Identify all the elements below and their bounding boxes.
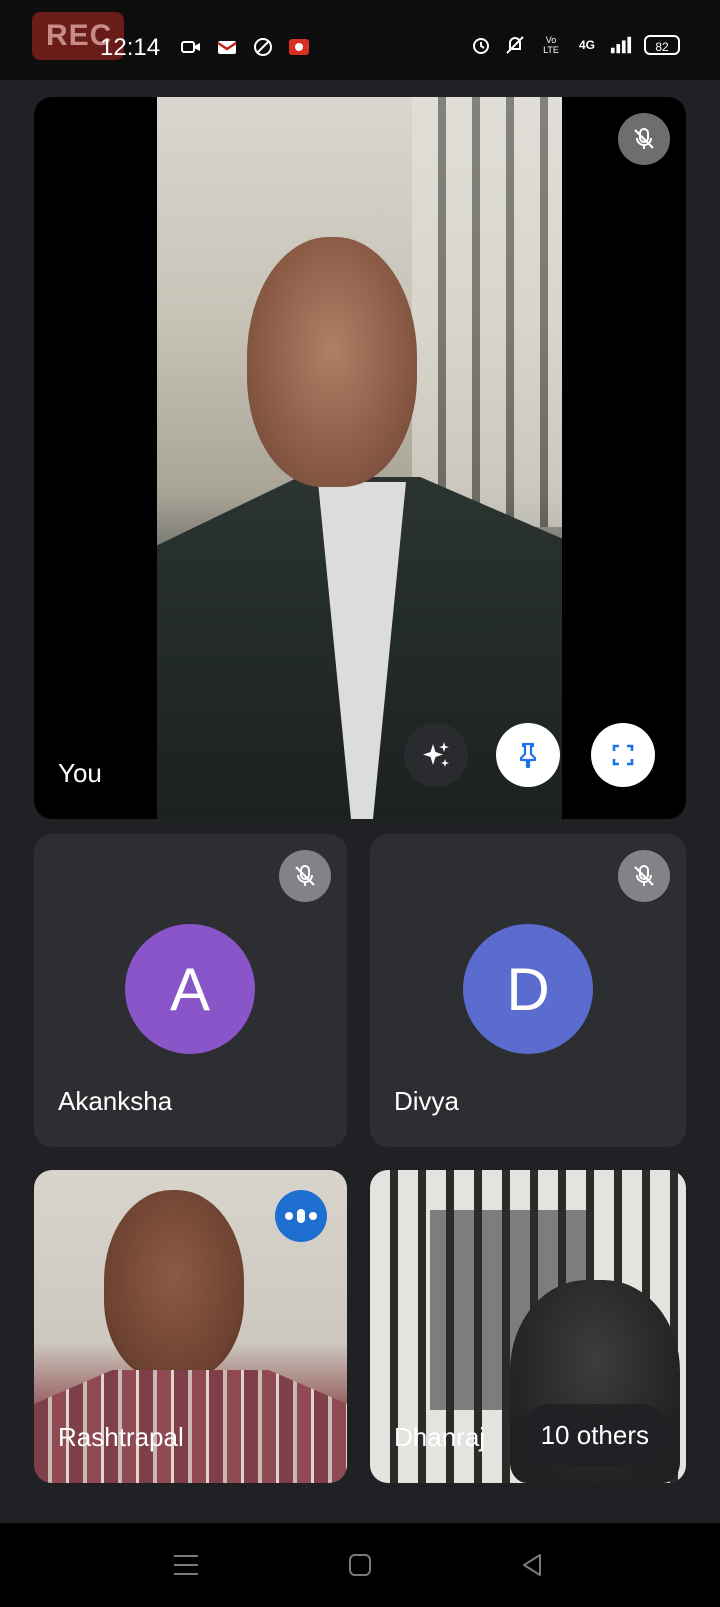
pin-button[interactable]	[496, 723, 560, 787]
self-video-tile[interactable]: You	[34, 97, 686, 819]
home-button[interactable]	[340, 1545, 380, 1585]
participant-tile-akanksha[interactable]: A Akanksha	[34, 834, 347, 1147]
participant-name: Dhanraj	[394, 1422, 486, 1452]
avatar: A	[125, 924, 255, 1054]
system-icons: Vo LTE 4G 82	[470, 34, 680, 56]
participant-name: Divya	[394, 1086, 460, 1116]
navigation-bar	[0, 1523, 720, 1607]
mute-vibrate-icon	[504, 34, 526, 56]
self-name-label: You	[58, 758, 102, 788]
participant-name: Akanksha	[58, 1086, 173, 1116]
back-icon	[523, 1554, 541, 1576]
pin-icon	[519, 742, 537, 769]
back-button[interactable]	[512, 1545, 552, 1585]
window-bars	[412, 97, 562, 527]
alarm-icon	[470, 34, 492, 56]
face	[247, 237, 417, 487]
participant-tile-rashtrapal[interactable]: Rashtrapal	[34, 1170, 347, 1483]
mic-muted-icon	[618, 113, 670, 165]
mic-muted-icon	[618, 850, 670, 902]
fullscreen-icon	[612, 744, 634, 766]
participant-name: Rashtrapal	[58, 1422, 184, 1452]
participant-tile-dhanraj[interactable]: Dhanraj 10 others	[370, 1170, 686, 1483]
effects-button[interactable]	[404, 723, 468, 787]
video-camera-icon	[180, 36, 202, 58]
notification-icons	[180, 36, 310, 58]
network-4g-icon: 4G	[578, 38, 595, 52]
others-count-button[interactable]: 10 others	[518, 1404, 671, 1466]
mic-muted-icon	[279, 850, 331, 902]
fullscreen-button[interactable]	[591, 723, 655, 787]
participant-video-feed	[104, 1190, 244, 1380]
avatar: D	[463, 924, 593, 1054]
speaking-indicator-icon	[275, 1190, 327, 1242]
menu-icon	[174, 1555, 198, 1575]
participant-tile-divya[interactable]: D Divya	[370, 834, 686, 1147]
home-icon	[349, 1554, 371, 1576]
volte-icon: Vo LTE	[543, 35, 559, 55]
self-video-feed	[157, 97, 562, 819]
battery-indicator: 82	[644, 35, 680, 55]
data-saver-icon	[252, 36, 274, 58]
recents-button[interactable]	[166, 1545, 206, 1585]
app-notification-icon	[288, 36, 310, 58]
gmail-icon	[216, 36, 238, 58]
clock: 12:14	[100, 34, 161, 61]
signal-icon	[610, 34, 632, 56]
status-bar: REC 12:14 Vo LTE 4G 82	[0, 0, 720, 80]
sparkle-icon	[423, 742, 449, 767]
